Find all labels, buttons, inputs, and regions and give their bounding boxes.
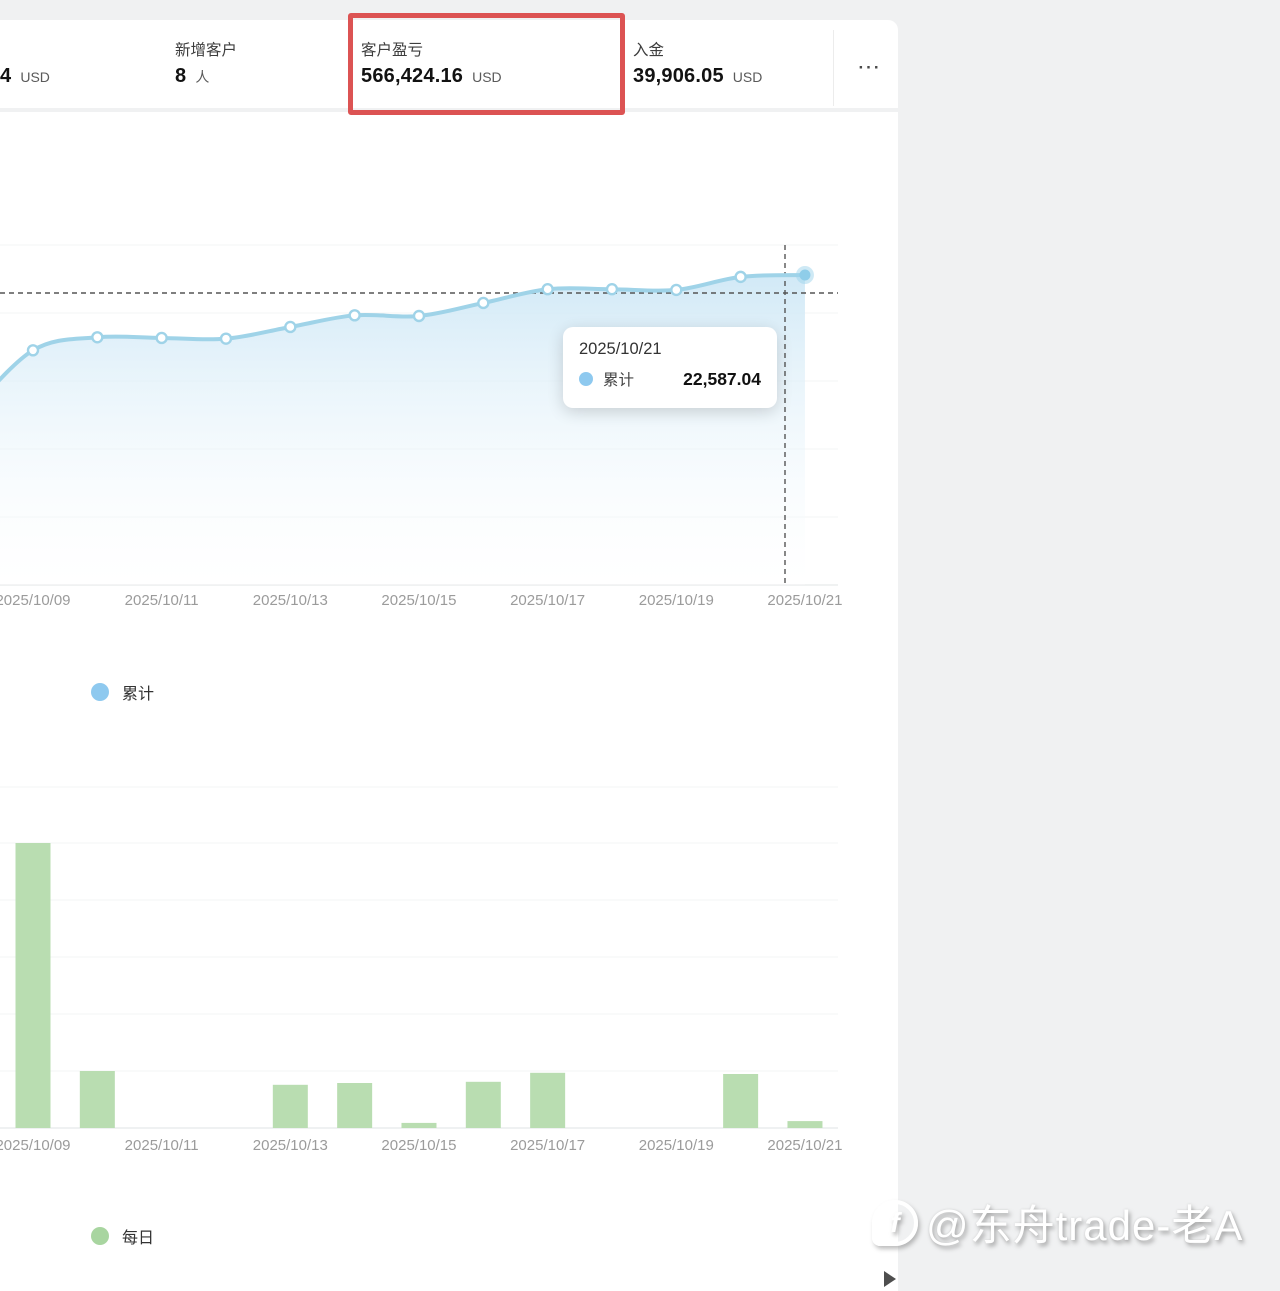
stat-unit: USD [732, 69, 763, 85]
x-axis-label: 2025/10/19 [638, 1137, 714, 1154]
stat-unit: 人 [195, 69, 210, 85]
tooltip-series-name: 累计 [603, 372, 635, 389]
legend-daily[interactable]: 每日 [91, 1224, 154, 1248]
line-chart-x-axis: 2025/10/09 2025/10/11 2025/10/13 2025/10/15… [0, 592, 898, 614]
stat-value: 39,906.05 [633, 65, 724, 87]
x-axis-label: 2025/10/09 [0, 1137, 71, 1154]
x-axis-label: 2025/10/21 [767, 592, 843, 609]
app-content-panel: 4 USD 新增客户 8 人 客户盈亏 566,424.16 USD 入金 39… [0, 0, 898, 1291]
watermark: f @东舟trade-老A [872, 1192, 1243, 1253]
chart-tooltip: 2025/10/21 累计 22,587.04 [563, 327, 777, 408]
watermark-text: @东舟trade-老A [926, 1202, 1244, 1249]
x-axis-label: 2025/10/11 [124, 592, 199, 609]
x-axis-label: 2025/10/17 [510, 592, 586, 609]
x-axis-label: 2025/10/17 [510, 1137, 586, 1154]
legend-cumulative[interactable]: 累计 [91, 680, 154, 704]
x-axis-label: 2025/10/11 [124, 1137, 199, 1154]
x-axis-label: 2025/10/13 [252, 592, 328, 609]
bar-chart-x-axis: 2025/10/09 2025/10/11 2025/10/13 2025/10/15… [0, 1137, 898, 1159]
scroll-right-arrow-icon[interactable] [884, 1271, 896, 1287]
stat-value: 8 [175, 65, 187, 87]
stat-label: 入金 [633, 42, 665, 59]
more-options-button[interactable]: ··· [848, 54, 892, 82]
stat-label: 新增客户 [175, 42, 238, 59]
stat-card-deposit[interactable]: 入金 39,906.05 USD [633, 40, 762, 88]
stat-label [0, 40, 50, 62]
legend-cumulative-dot-icon [91, 683, 109, 701]
tooltip-series-dot-icon [579, 372, 593, 386]
x-axis-label: 2025/10/15 [381, 592, 457, 609]
x-axis-label: 2025/10/21 [767, 1137, 843, 1154]
x-axis-label: 2025/10/09 [0, 592, 71, 609]
legend-cumulative-label: 累计 [122, 686, 155, 703]
stat-card-new-customers[interactable]: 新增客户 8 人 [175, 40, 237, 88]
x-axis-label: 2025/10/19 [638, 592, 714, 609]
stat-value: 4 [0, 65, 12, 87]
stat-card-balance[interactable]: 4 USD [0, 40, 50, 88]
x-axis-label: 2025/10/15 [381, 1137, 457, 1154]
tooltip-date: 2025/10/21 [579, 340, 662, 358]
legend-daily-label: 每日 [122, 1230, 155, 1247]
highlight-annotation-box [348, 13, 625, 115]
legend-daily-dot-icon [91, 1227, 109, 1245]
stat-unit: USD [20, 69, 50, 85]
x-axis-label: 2025/10/13 [252, 1137, 328, 1154]
charts-canvas[interactable] [0, 0, 898, 1291]
tooltip-series-value: 22,587.04 [683, 368, 761, 389]
